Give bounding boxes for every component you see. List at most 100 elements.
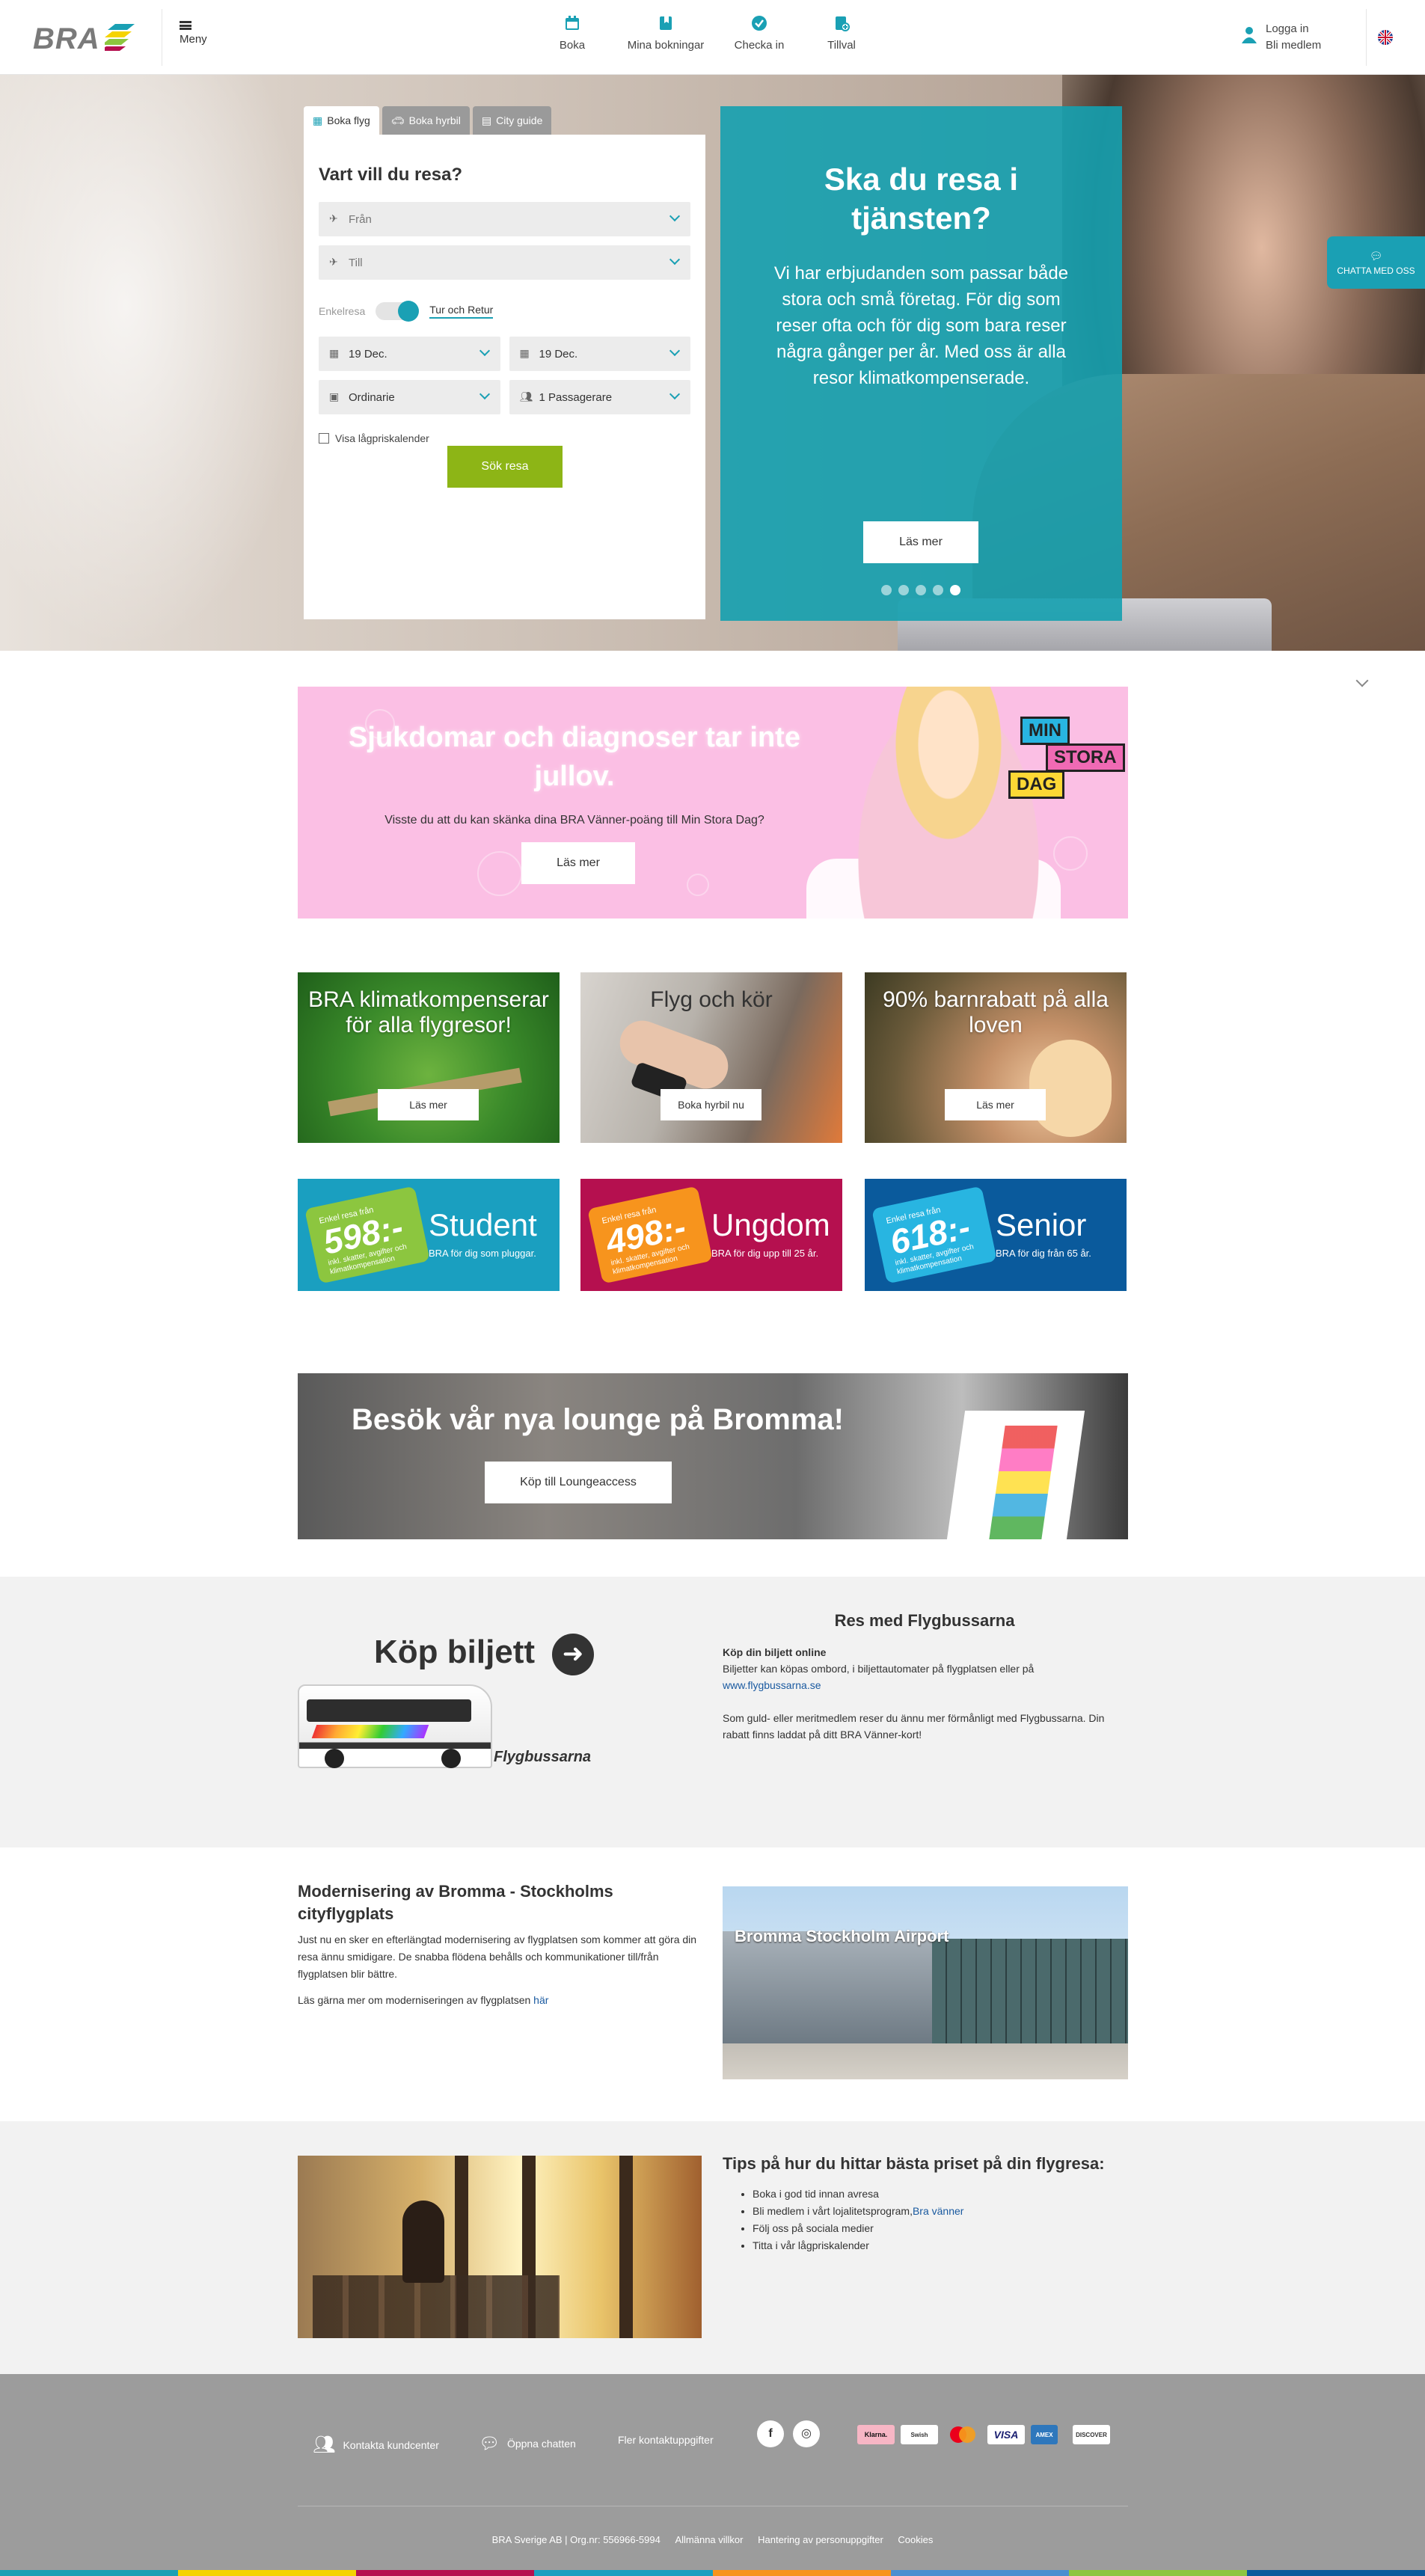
carousel-dots [881, 585, 960, 595]
main-nav: Boka Mina bokningar Checka in Tillval [531, 15, 883, 52]
visa-logo: VISA [987, 2425, 1025, 2444]
people-icon: 👥︎ [519, 390, 533, 402]
more-contact-link[interactable]: Fler kontaktuppgifter [618, 2434, 714, 2446]
tab-boka-flyg[interactable]: ▦ Boka flyg [304, 106, 379, 135]
check-circle-icon [752, 16, 767, 31]
arrow-right-icon[interactable]: ➜ [552, 1634, 594, 1675]
charity-read-more-button[interactable]: Läs mer [521, 842, 635, 884]
site-footer: 👥︎ Kontakta kundcenter 💬︎ Öppna chatten … [0, 2374, 1425, 2576]
divider [1366, 9, 1367, 66]
carousel-dot[interactable] [933, 585, 943, 595]
trip-type-toggle: Enkelresa Tur och Retur [319, 301, 690, 322]
login-area: Logga in Bli medlem [1242, 21, 1321, 54]
chat-bubbles-icon: 💬︎ [479, 2434, 500, 2453]
bookmark-icon [660, 16, 672, 30]
charity-banner: Sjukdomar och diagnoser tar inte jullov.… [298, 687, 1128, 919]
return-label[interactable]: Tur och Retur [429, 304, 494, 319]
promo-title: Ska du resa i tjänsten? [824, 162, 1019, 236]
charity-text: Visste du att du kan skänka dina BRA Vän… [384, 814, 764, 827]
buy-ticket-title[interactable]: Köp biljett [374, 1634, 535, 1671]
tile-klimat[interactable]: BRA klimatkompenserar för alla flygresor… [298, 972, 560, 1143]
nav-boka[interactable]: Boka [531, 15, 613, 52]
list-item: Bli medlem i vårt lojalitetsprogram,Bra … [753, 2203, 1127, 2220]
search-heading: Vart vill du resa? [319, 165, 463, 185]
flygbussarna-heading: Res med Flygbussarna [834, 1611, 1015, 1630]
flygbussarna-link[interactable]: www.flygbussarna.se [723, 1679, 821, 1691]
tile-flyg-title: Flyg och kör [650, 987, 773, 1012]
join-link[interactable]: Bli medlem [1266, 37, 1321, 54]
chevron-down-icon [479, 345, 490, 357]
menu-button[interactable]: Meny [180, 21, 207, 46]
facebook-icon[interactable]: f [757, 2420, 784, 2447]
tile-flyg-och-kor[interactable]: Flyg och kör Boka hyrbil nu [580, 972, 842, 1143]
tab-city-guide[interactable]: ▤ City guide [472, 106, 552, 135]
low-price-calendar-option[interactable]: Visa lågpriskalender [319, 432, 690, 444]
price-tile-subtitle: BRA för dig som pluggar. [429, 1248, 536, 1259]
carousel-dot[interactable] [881, 585, 892, 595]
tips-info: Tips på hur du hittar bästa priset på di… [723, 2154, 1127, 2254]
to-field[interactable]: ✈ Till [319, 245, 690, 280]
tile-flyg-button[interactable]: Boka hyrbil nu [661, 1089, 761, 1120]
site-header: BRA Meny Boka Mina bokningar Checka in T… [0, 0, 1425, 75]
chat-button[interactable]: 💬︎ CHATTA MED OSS [1327, 236, 1425, 289]
bra-vanner-link[interactable]: Bra vänner [913, 2205, 963, 2217]
price-tile-senior[interactable]: Enkel resa från 618:- inkl. skatter, avg… [865, 1179, 1127, 1291]
tile-klimat-button[interactable]: Läs mer [378, 1089, 479, 1120]
list-item: Följ oss på sociala medier [753, 2220, 1127, 2237]
calendar-icon [566, 16, 579, 30]
passengers-select[interactable]: 👥︎ 1 Passagerare [509, 380, 690, 414]
price-tile-title: Ungdom [711, 1207, 830, 1242]
brand-color-strip [0, 2570, 1425, 2576]
price-tile-subtitle: BRA för dig från 65 år. [996, 1248, 1091, 1259]
addons-icon [836, 16, 850, 31]
privacy-link[interactable]: Hantering av personuppgifter [758, 2534, 883, 2545]
map-icon: ▤ [481, 114, 492, 126]
cookies-link[interactable]: Cookies [898, 2534, 933, 2545]
depart-date-field[interactable]: ▦ 19 Dec. [319, 337, 500, 371]
carousel-dot[interactable] [916, 585, 926, 595]
tile-barnrabatt[interactable]: 90% barnrabatt på alla loven Läs mer [865, 972, 1127, 1143]
return-date-field[interactable]: ▦ 19 Dec. [509, 337, 690, 371]
fare-class-select[interactable]: ▣ Ordinarie [319, 380, 500, 414]
search-tabs: ▦ Boka flyg 🚗︎ Boka hyrbil ▤ City guide [304, 106, 552, 135]
price-tag: Enkel resa från 598:- inkl. skatter, avg… [304, 1186, 430, 1284]
price-tile-ungdom[interactable]: Enkel resa från 498:- inkl. skatter, avg… [580, 1179, 842, 1291]
mastercard-logo [944, 2425, 981, 2444]
terms-link[interactable]: Allmänna villkor [675, 2534, 743, 2545]
trip-type-switch[interactable] [376, 301, 420, 322]
chat-bubbles-icon: 💬︎ [1369, 250, 1383, 262]
lounge-access-button[interactable]: Köp till Loungeaccess [485, 1462, 672, 1503]
instagram-icon[interactable]: ◎ [793, 2420, 820, 2447]
scroll-down-chevron-icon[interactable] [1355, 674, 1369, 687]
promo-read-more-button[interactable]: Läs mer [863, 521, 978, 563]
low-price-checkbox[interactable] [319, 433, 329, 444]
tile-barnrabatt-button[interactable]: Läs mer [945, 1089, 1046, 1120]
uk-flag-icon[interactable] [1378, 30, 1393, 45]
bromma-text: Just nu en sker en efterlängtad modernis… [298, 1933, 697, 2006]
open-chat-link[interactable]: 💬︎ Öppna chatten [479, 2434, 576, 2453]
oneway-label[interactable]: Enkelresa [319, 305, 365, 317]
nav-checka-in[interactable]: Checka in [718, 15, 800, 52]
bromma-title: Modernisering av Bromma - Stockholms cit… [298, 1882, 613, 1923]
tips-list: Boka i god tid innan avresa Bli medlem i… [723, 2186, 1127, 2254]
price-tile-student[interactable]: Enkel resa från 598:- inkl. skatter, avg… [298, 1179, 560, 1291]
search-button[interactable]: Sök resa [447, 446, 563, 488]
price-tile-subtitle: BRA för dig upp till 25 år. [711, 1248, 819, 1259]
company-info: BRA Sverige AB | Org.nr: 556966-5994 [491, 2534, 661, 2545]
tips-section [0, 2121, 1425, 2374]
promo-text: Vi har erbjudanden som passar både stora… [773, 263, 1069, 388]
carousel-dot-active[interactable] [950, 585, 960, 595]
contact-customer-service-link[interactable]: 👥︎ Kontakta kundcenter [313, 2434, 439, 2456]
hamburger-icon [180, 21, 191, 30]
login-link[interactable]: Logga in [1266, 21, 1321, 37]
tab-boka-hyrbil[interactable]: 🚗︎ Boka hyrbil [381, 106, 470, 135]
nav-mina-bokningar[interactable]: Mina bokningar [613, 15, 718, 52]
people-icon: 👥︎ [313, 2435, 336, 2455]
carousel-dot[interactable] [898, 585, 909, 595]
from-field[interactable]: ✈ Från [319, 202, 690, 236]
bromma-read-more-link[interactable]: här [533, 1994, 548, 2006]
bus-image [298, 1684, 492, 1768]
bra-logo[interactable]: BRA [33, 22, 100, 56]
user-icon [1242, 27, 1257, 43]
nav-tillval[interactable]: Tillval [800, 15, 883, 52]
